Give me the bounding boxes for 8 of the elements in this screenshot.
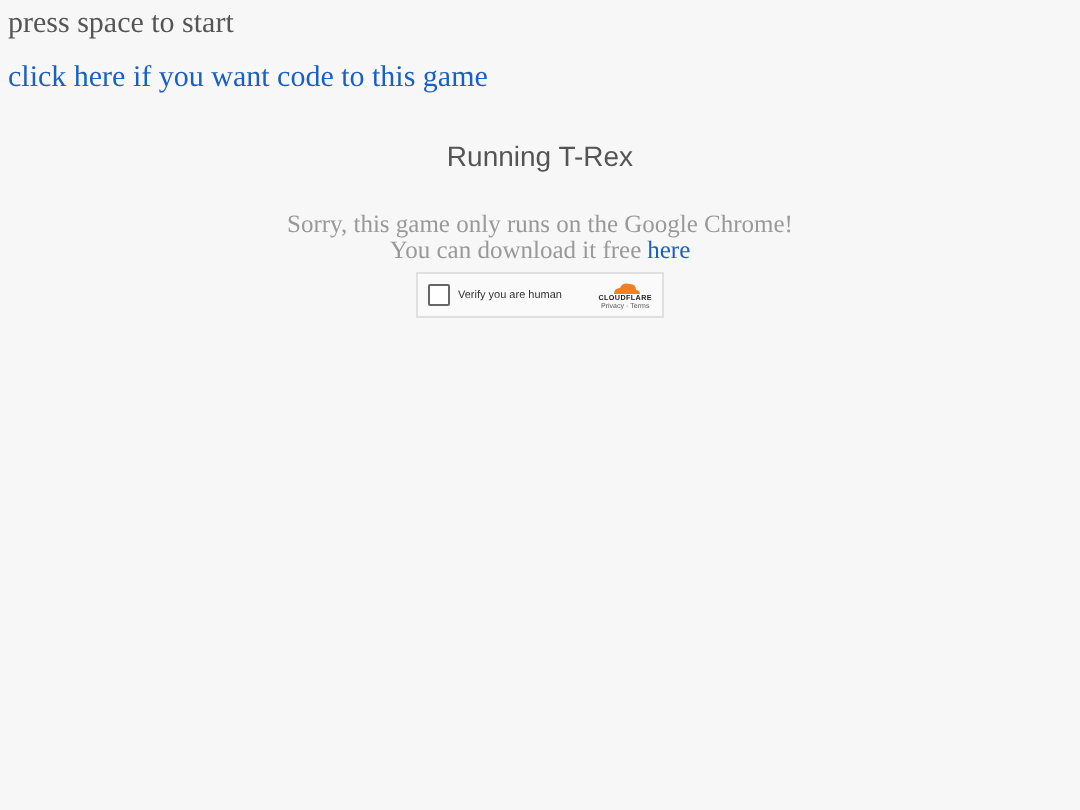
download-text: You can download it free <box>389 238 642 264</box>
cloud-icon <box>611 281 640 293</box>
start-hint: press space to start <box>8 8 234 42</box>
game-title: Running T-Rex <box>446 140 634 172</box>
verify-checkbox[interactable] <box>428 284 450 306</box>
code-link[interactable]: click here if you want code to this game <box>8 62 488 96</box>
browser-warning: Sorry, this game only runs on the Google Chrome! <box>287 212 793 238</box>
download-link[interactable]: here <box>647 238 691 264</box>
